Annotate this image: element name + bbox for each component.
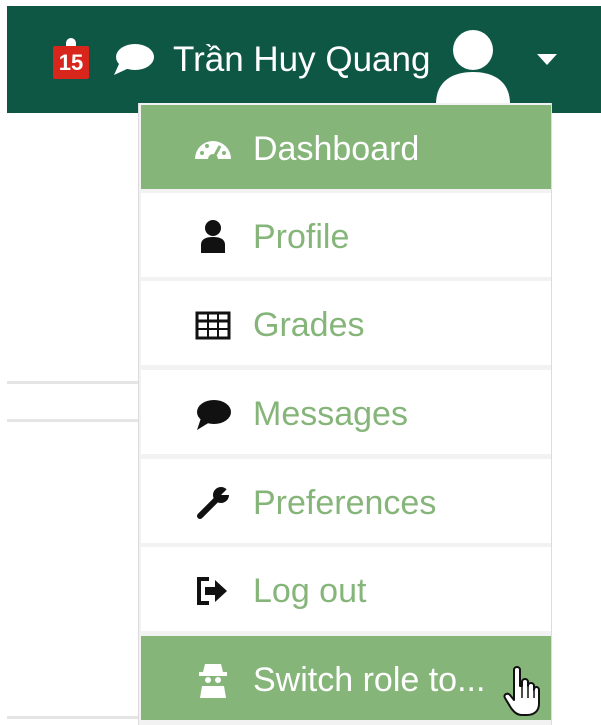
user-name[interactable]: Trần Huy Quang (173, 40, 430, 80)
table-icon (195, 311, 231, 340)
menu-item-profile[interactable]: Profile (141, 193, 551, 277)
menu-item-preferences[interactable]: Preferences (141, 459, 551, 543)
dashboard-icon (195, 141, 231, 164)
divider (7, 716, 147, 719)
bell-icon (66, 38, 76, 46)
sign-out-icon (197, 577, 227, 605)
avatar-icon[interactable] (432, 24, 514, 104)
menu-item-label: Profile (253, 218, 350, 256)
comment-icon (197, 400, 231, 430)
menu-item-switch-role[interactable]: Switch role to... (141, 636, 551, 720)
menu-item-log-out[interactable]: Log out (141, 547, 551, 631)
notifications-button[interactable]: 15 (53, 38, 89, 80)
divider (7, 419, 147, 422)
menu-item-label: Switch role to... (253, 661, 486, 699)
wrench-icon (197, 485, 231, 519)
divider (7, 381, 147, 384)
user-secret-icon (199, 664, 227, 698)
notification-count-badge: 15 (53, 46, 89, 79)
menu-item-label: Grades (253, 306, 365, 344)
menu-item-messages[interactable]: Messages (141, 370, 551, 454)
menu-item-label: Log out (253, 572, 367, 610)
messages-icon[interactable] (111, 42, 155, 78)
menu-item-label: Messages (253, 395, 408, 433)
user-icon (201, 220, 225, 253)
menu-item-label: Dashboard (253, 130, 420, 168)
menu-item-label: Preferences (253, 484, 437, 522)
top-navbar: 15 Trần Huy Quang (7, 6, 601, 113)
menu-item-grades[interactable]: Grades (141, 281, 551, 365)
menu-item-dashboard[interactable]: Dashboard (141, 105, 551, 189)
chevron-down-icon[interactable] (537, 54, 557, 65)
user-dropdown-menu: Dashboard Profile Grades Messages Prefer… (138, 103, 552, 725)
hand-pointer-cursor-icon (503, 666, 540, 716)
